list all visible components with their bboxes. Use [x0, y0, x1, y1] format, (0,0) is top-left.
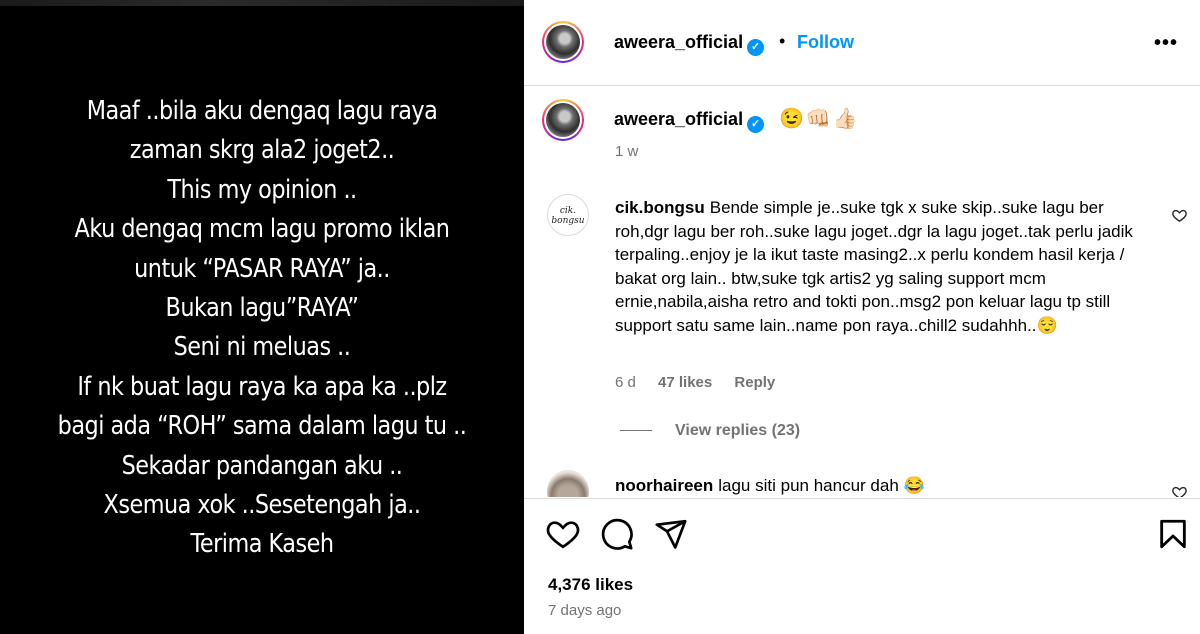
comment-text: cik.bongsu Bende simple je..suke tgk x su…	[615, 196, 1135, 337]
likes-count[interactable]: 4,376 likes	[548, 575, 633, 595]
comment-like-heart-icon[interactable]	[1172, 485, 1187, 497]
story-line: Maaf ..bila aku dengaq lagu raya	[86, 96, 438, 126]
caption-emojis: 😉👊🏻👍🏻	[779, 108, 860, 130]
heart-icon[interactable]	[546, 517, 580, 551]
reply-button[interactable]: Reply	[734, 374, 775, 391]
story-line: Xsemua xok ..Sesetengah ja..	[103, 490, 421, 521]
author-name-wrap: aweera_official ✓	[614, 32, 765, 56]
post-actions: 4,376 likes 7 days ago	[524, 498, 1200, 634]
comments-section[interactable]: aweera_official ✓ 😉👊🏻👍🏻 1 w cik. bongsu c…	[524, 87, 1200, 497]
story-line: This my opinion ..	[167, 174, 357, 205]
verified-icon: ✓	[747, 116, 765, 133]
caption-name-wrap: aweera_official ✓	[614, 109, 765, 133]
author-username[interactable]: aweera_official	[614, 32, 743, 52]
caption-avatar[interactable]	[542, 99, 584, 141]
post-image: Maaf ..bila aku dengaq lagu raya zaman s…	[0, 0, 524, 634]
comment-likes[interactable]: 47 likes	[658, 374, 712, 391]
caption-username[interactable]: aweera_official	[614, 109, 743, 129]
comment-icon[interactable]	[600, 517, 634, 551]
view-replies-button[interactable]: View replies (23)	[675, 422, 800, 440]
post-date[interactable]: 7 days ago	[548, 602, 621, 619]
view-replies-divider	[620, 430, 652, 431]
share-icon[interactable]	[654, 517, 688, 551]
image-top-strip	[0, 0, 524, 6]
post-panel: aweera_official ✓ • Follow ••• aweera_off…	[524, 0, 1200, 634]
story-line: Seni ni meluas ..	[173, 332, 351, 363]
comment-body: Bende simple je..suke tgk x suke skip..s…	[615, 198, 1133, 335]
story-line: Sekadar pandangan aku ..	[121, 450, 403, 481]
story-line: zaman skrg ala2 joget2..	[129, 135, 395, 166]
story-line: Bukan lagu”RAYA”	[165, 293, 359, 324]
comment-time[interactable]: 6 d	[615, 374, 636, 391]
comment-body: lagu siti pun hancur dah 😂	[718, 476, 925, 495]
story-text: Maaf ..bila aku dengaq lagu raya zaman s…	[37, 92, 488, 565]
comment-username[interactable]: cik.bongsu	[615, 198, 705, 217]
story-line: If nk buat lagu raya ka apa ka ..plz	[77, 371, 447, 402]
comment-username[interactable]: noorhaireen	[615, 476, 713, 495]
story-line: untuk “PASAR RAYA” ja..	[134, 253, 390, 284]
comment-meta: 6 d 47 likes Reply	[615, 374, 793, 391]
comment-like-heart-icon[interactable]	[1172, 208, 1187, 223]
comment-text: noorhaireen lagu siti pun hancur dah 😂	[615, 476, 925, 496]
follow-button[interactable]: Follow	[797, 32, 854, 53]
story-line: bagi ada “ROH” sama dalam lagu tu ..	[57, 411, 467, 442]
more-options-icon[interactable]: •••	[1154, 32, 1178, 55]
verified-icon: ✓	[747, 39, 765, 56]
comment-avatar[interactable]	[547, 470, 589, 497]
separator-dot: •	[779, 31, 786, 51]
caption-time[interactable]: 1 w	[615, 143, 638, 160]
story-line: Aku dengaq mcm lagu promo iklan	[74, 214, 450, 245]
story-line: Terima Kaseh	[190, 529, 334, 560]
comment-avatar[interactable]: cik. bongsu	[547, 194, 589, 236]
bookmark-icon[interactable]	[1156, 517, 1190, 551]
author-avatar[interactable]	[542, 21, 584, 63]
post-header: aweera_official ✓ • Follow •••	[524, 0, 1200, 86]
